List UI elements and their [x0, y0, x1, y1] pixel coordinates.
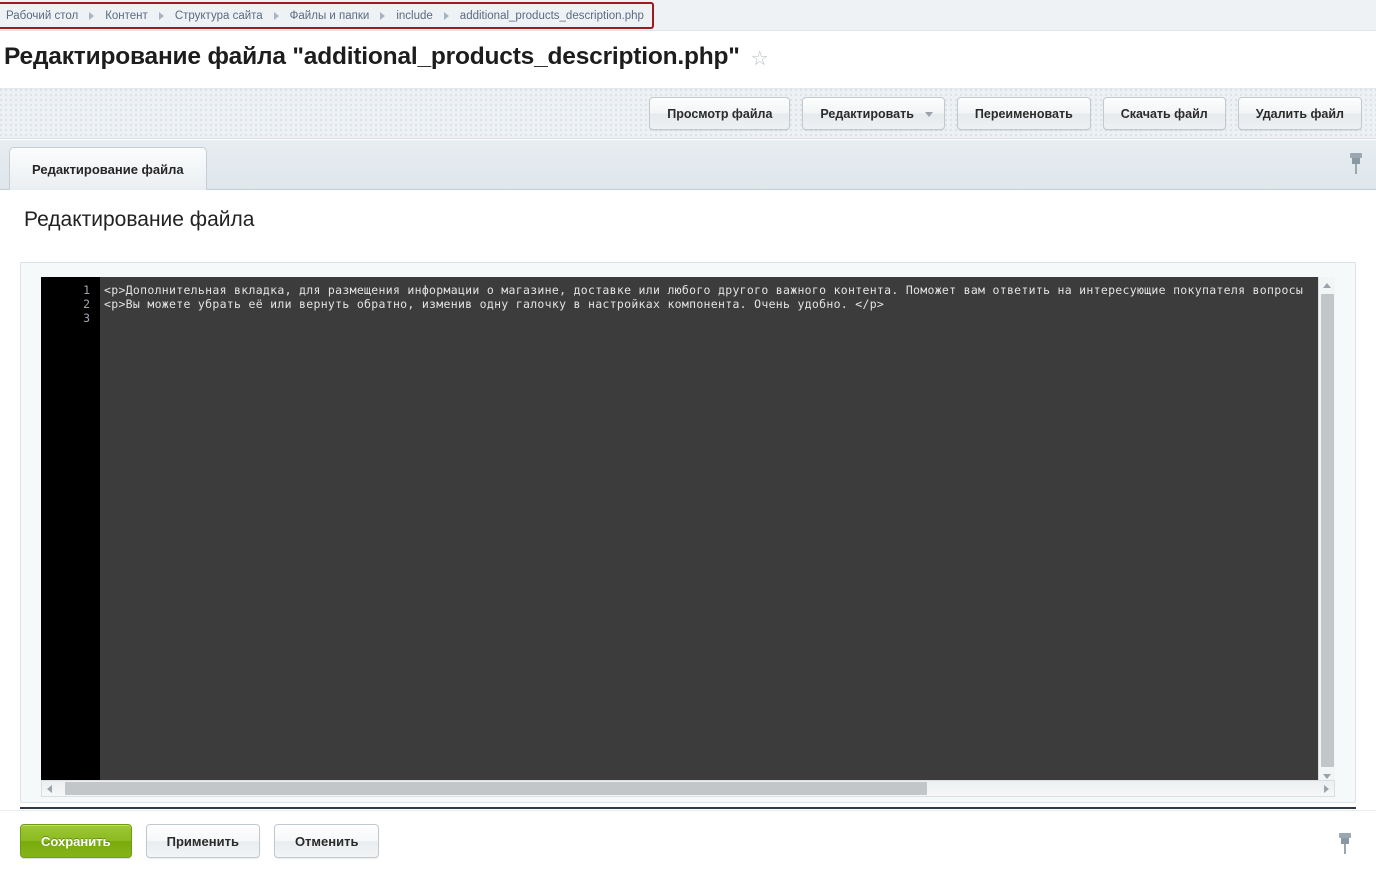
- footer-bar: Сохранить Применить Отменить: [0, 810, 1376, 870]
- breadcrumb-separator-icon: [380, 11, 386, 20]
- view-file-button[interactable]: Просмотр файла: [649, 97, 791, 130]
- pin-needle: [1344, 844, 1346, 854]
- line-number: 2: [83, 297, 90, 311]
- triangle-up-icon[interactable]: [1323, 283, 1331, 288]
- delete-file-button[interactable]: Удалить файл: [1237, 97, 1362, 130]
- footer-divider: [20, 807, 1356, 809]
- editor-horizontal-scrollbar[interactable]: [41, 780, 1335, 797]
- horizontal-scrollbar-thumb[interactable]: [65, 782, 927, 795]
- triangle-right-icon[interactable]: [1324, 785, 1329, 793]
- download-file-button[interactable]: Скачать файл: [1102, 97, 1226, 130]
- tab-strip: Редактирование файла: [0, 140, 1376, 190]
- page-root: Рабочий стол Контент Структура сайта Фай…: [0, 0, 1376, 870]
- breadcrumb-separator-icon: [89, 11, 95, 20]
- breadcrumb-item-current-file: additional_products_description.php: [459, 9, 644, 22]
- apply-button[interactable]: Применить: [145, 824, 260, 858]
- breadcrumb-item-include[interactable]: include: [396, 10, 432, 22]
- footer-button-group: Сохранить Применить Отменить: [20, 824, 393, 858]
- rename-button[interactable]: Переименовать: [956, 97, 1091, 130]
- line-number: 1: [83, 283, 90, 297]
- save-button[interactable]: Сохранить: [20, 824, 132, 858]
- code-text-area[interactable]: <p>Дополнительная вкладка, для размещени…: [100, 277, 1335, 785]
- tab-file-editing[interactable]: Редактирование файла: [9, 147, 207, 190]
- breadcrumb-band: Рабочий стол Контент Структура сайта Фай…: [0, 0, 1376, 31]
- editor-vertical-scrollbar[interactable]: [1318, 277, 1335, 785]
- code-line: <p>Дополнительная вкладка, для размещени…: [104, 283, 1304, 297]
- code-line: <p>Вы можете убрать её или вернуть обрат…: [104, 297, 885, 311]
- code-editor[interactable]: 1 2 3 <p>Дополнительная вкладка, для раз…: [41, 277, 1335, 785]
- pin-icon[interactable]: [1347, 153, 1365, 175]
- line-number: 3: [83, 311, 90, 325]
- breadcrumb-item-site-structure[interactable]: Структура сайта: [175, 10, 263, 22]
- pin-icon[interactable]: [1336, 833, 1354, 855]
- breadcrumb-separator-icon: [443, 11, 449, 20]
- breadcrumb-separator-icon: [273, 11, 279, 20]
- action-toolbar: Просмотр файла Редактировать Переименова…: [0, 88, 1376, 139]
- cancel-button[interactable]: Отменить: [273, 824, 380, 858]
- triangle-down-icon[interactable]: [1323, 774, 1331, 779]
- star-icon[interactable]: ☆: [751, 49, 769, 69]
- chevron-down-icon[interactable]: [924, 111, 933, 117]
- breadcrumb-item-files-and-folders[interactable]: Файлы и папки: [290, 10, 370, 22]
- vertical-scrollbar-thumb[interactable]: [1321, 294, 1334, 767]
- title-row: Редактирование файла "additional_product…: [0, 31, 1376, 83]
- section-heading: Редактирование файла: [24, 208, 255, 231]
- edit-button-label: Редактировать: [820, 106, 914, 121]
- breadcrumb-item-content[interactable]: Контент: [105, 10, 148, 22]
- breadcrumb-separator-icon: [158, 11, 164, 20]
- editor-panel: 1 2 3 <p>Дополнительная вкладка, для раз…: [20, 262, 1356, 803]
- line-number-gutter: 1 2 3: [41, 277, 100, 785]
- page-title: Редактирование файла "additional_product…: [4, 43, 740, 70]
- edit-button[interactable]: Редактировать: [802, 97, 945, 130]
- pin-needle: [1355, 164, 1357, 174]
- breadcrumb: Рабочий стол Контент Структура сайта Фай…: [0, 2, 654, 29]
- breadcrumb-item-desktop[interactable]: Рабочий стол: [6, 10, 78, 22]
- triangle-left-icon[interactable]: [47, 785, 52, 793]
